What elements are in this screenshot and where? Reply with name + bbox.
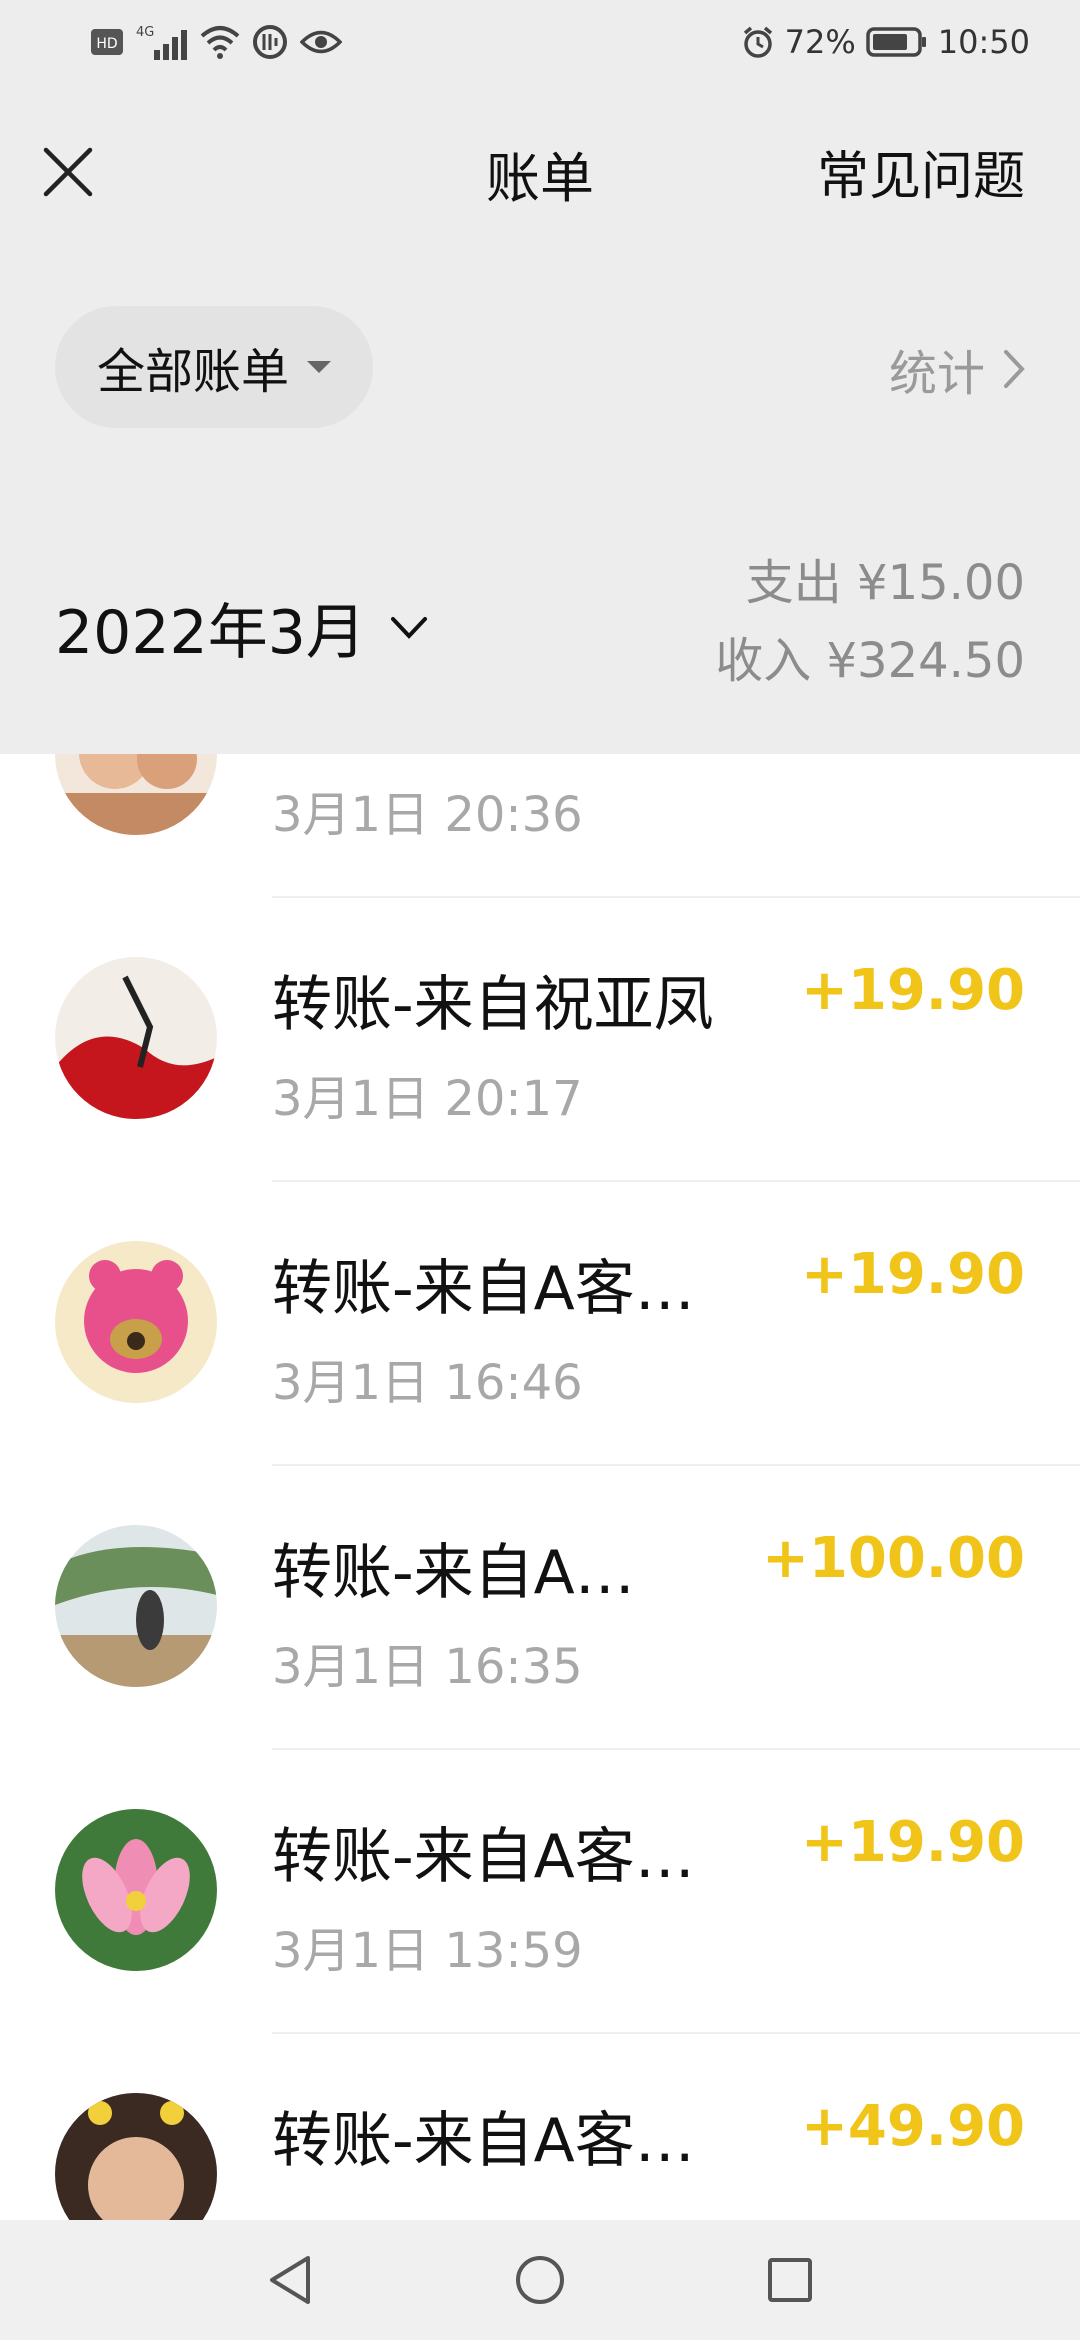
- transaction-row[interactable]: 转账-来自A客… 3月1日 13:59 +19.90: [0, 1748, 1080, 2032]
- expense-total: 支出 ¥15.00: [745, 555, 1025, 611]
- back-triangle-icon: [270, 2256, 310, 2304]
- signal-4g-icon: 4G: [136, 22, 188, 62]
- back-button[interactable]: [250, 2240, 330, 2320]
- transaction-amount: +100.00: [761, 1526, 1025, 1591]
- battery-icon: [866, 26, 928, 58]
- status-left-icons: HD 4G: [90, 20, 342, 64]
- recents-square-icon: [768, 2258, 812, 2302]
- transaction-title: 转账-来自A…: [272, 1538, 635, 1608]
- transaction-list[interactable]: 3月1日 20:36 转账-来自祝亚凤 3月1日 20:17 +19.90 转账…: [0, 754, 1080, 2220]
- home-circle-icon: [516, 2256, 564, 2304]
- bill-header: 账单 常见问题 全部账单 统计 2022年3月 支出 ¥15.00 收入 ¥32…: [0, 84, 1080, 754]
- alarm-icon: [741, 25, 775, 59]
- data-saver-icon: [252, 24, 288, 60]
- avatar: [55, 1525, 217, 1687]
- battery-percent: 72%: [784, 23, 856, 61]
- system-navigation-bar: [0, 2220, 1080, 2340]
- transaction-time: 3月1日 16:46: [272, 1355, 583, 1411]
- transaction-row[interactable]: 转账-来自A客… +49.90: [0, 2032, 1080, 2220]
- transaction-row[interactable]: 转账-来自A客… 3月1日 16:46 +19.90: [0, 1180, 1080, 1464]
- status-right: 72% 10:50: [741, 20, 1030, 64]
- wifi-icon: [200, 24, 240, 60]
- home-button[interactable]: [500, 2240, 580, 2320]
- month-selector[interactable]: 2022年3月: [55, 584, 428, 671]
- month-label: 2022年3月: [55, 598, 366, 668]
- chevron-down-icon: [390, 616, 427, 639]
- eye-comfort-icon: [300, 27, 342, 57]
- hd-icon: HD: [90, 27, 124, 57]
- transaction-amount: +49.90: [800, 2094, 1025, 2159]
- transaction-time: 3月1日 20:17: [272, 1071, 583, 1127]
- clock-time: 10:50: [937, 23, 1030, 61]
- avatar: [55, 1809, 217, 1971]
- hd-label: HD: [96, 36, 117, 52]
- avatar: [55, 957, 217, 1119]
- filter-label: 全部账单: [97, 344, 290, 400]
- network-label: 4G: [136, 25, 154, 40]
- transaction-title: 转账-来自A客…: [272, 1254, 695, 1324]
- faq-link[interactable]: 常见问题: [817, 134, 1025, 209]
- avatar: [55, 754, 217, 835]
- stats-label: 统计: [888, 346, 985, 402]
- income-total: 收入 ¥324.50: [715, 633, 1025, 689]
- transaction-row[interactable]: 3月1日 20:36: [0, 754, 1080, 896]
- stats-link[interactable]: 统计: [889, 334, 1025, 404]
- transaction-time: 3月1日 16:35: [272, 1639, 583, 1695]
- avatar: [55, 2093, 217, 2220]
- recents-button[interactable]: [750, 2240, 830, 2320]
- transaction-time: 3月1日 13:59: [272, 1923, 583, 1979]
- transaction-amount: +19.90: [800, 1810, 1025, 1875]
- bill-filter-dropdown[interactable]: 全部账单: [55, 306, 374, 428]
- transaction-row[interactable]: 转账-来自A… 3月1日 16:35 +100.00: [0, 1464, 1080, 1748]
- caret-down-icon: [307, 361, 332, 373]
- transaction-time: 3月1日 20:36: [272, 787, 583, 843]
- transaction-amount: +19.90: [800, 958, 1025, 1023]
- transaction-row[interactable]: 转账-来自祝亚凤 3月1日 20:17 +19.90: [0, 896, 1080, 1180]
- month-totals: 支出 ¥15.00 收入 ¥324.50: [715, 544, 1025, 700]
- transaction-title: 转账-来自A客…: [272, 2106, 695, 2176]
- transaction-title: 转账-来自祝亚凤: [272, 970, 714, 1040]
- status-bar: HD 4G 72% 10:50: [0, 0, 1080, 84]
- transaction-amount: +19.90: [800, 1242, 1025, 1307]
- avatar: [55, 1241, 217, 1403]
- chevron-right-icon: [1004, 350, 1025, 388]
- transaction-title: 转账-来自A客…: [272, 1822, 695, 1892]
